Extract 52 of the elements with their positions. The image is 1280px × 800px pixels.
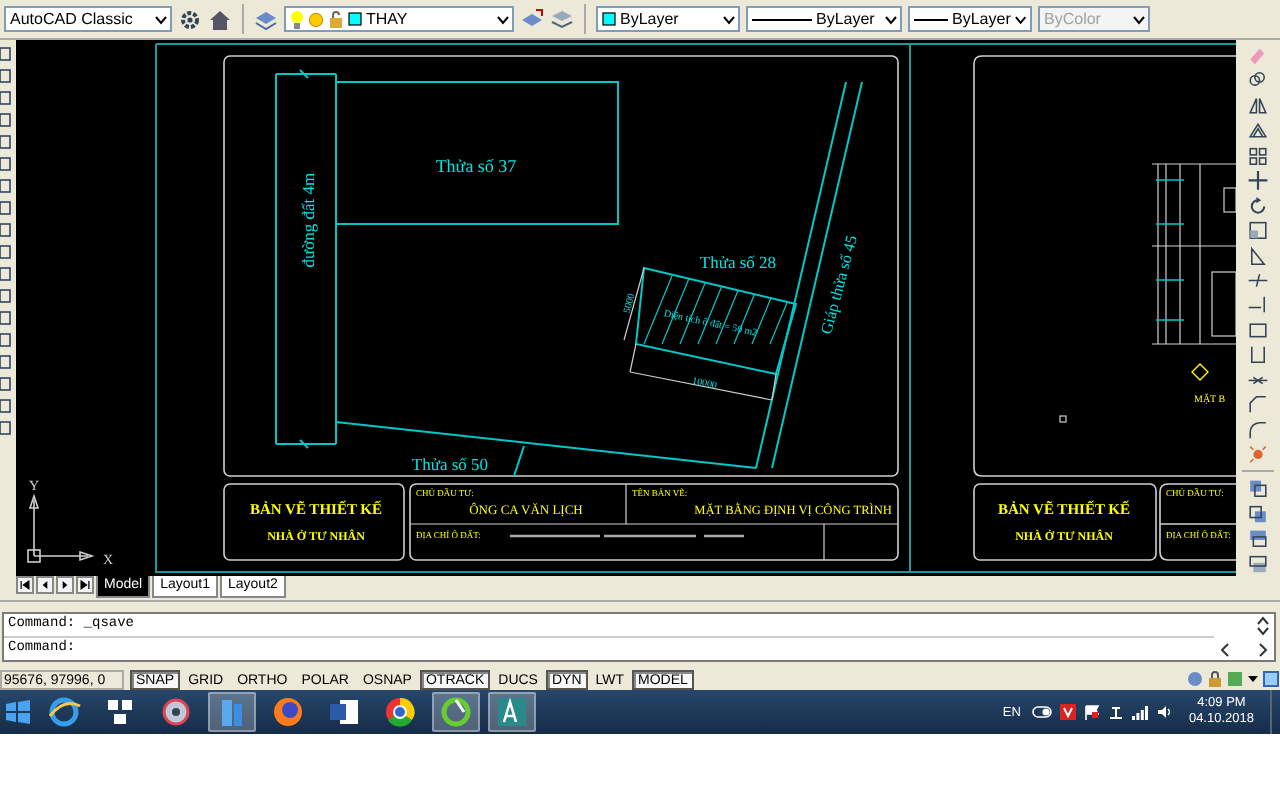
windows-flag-icon[interactable] <box>4 698 32 726</box>
road-label: đường đất 4m <box>298 172 318 268</box>
plot-label: Giáp thửa số 45 <box>817 233 861 337</box>
caret-icon <box>154 13 168 25</box>
caret-icon <box>884 13 898 25</box>
workspace-dropdown[interactable]: AutoCAD Classic <box>4 6 172 32</box>
signal-bars-icon[interactable] <box>1132 704 1149 720</box>
previous-page-icon[interactable] <box>36 576 54 594</box>
level-marker-icon <box>1191 363 1209 381</box>
caret-icon <box>1014 13 1028 25</box>
caret-icon <box>722 13 736 25</box>
lightbulb-icon <box>290 9 304 29</box>
flag-icon[interactable] <box>1084 704 1101 720</box>
toggle-icon[interactable] <box>1032 706 1053 718</box>
fox-globe-icon[interactable] <box>270 694 306 730</box>
cad-app-icon[interactable] <box>494 694 530 730</box>
last-page-icon[interactable] <box>76 576 94 594</box>
caret-icon <box>496 13 510 25</box>
linetype-dropdown[interactable]: ByLayer <box>746 6 902 32</box>
lineweight-dropdown[interactable]: ByLayer <box>908 6 1032 32</box>
color-wheel-icon[interactable] <box>382 694 418 730</box>
layers-arrow-icon[interactable] <box>520 7 544 31</box>
document-icon[interactable] <box>326 694 362 730</box>
first-page-icon[interactable] <box>16 576 34 594</box>
letter-v-badge-icon[interactable] <box>1060 704 1077 720</box>
circle-icon[interactable] <box>438 694 474 730</box>
disc-icon[interactable] <box>158 694 194 730</box>
next-page-icon[interactable] <box>56 576 74 594</box>
point-marker-icon <box>1059 415 1067 423</box>
ucs-axes-icon <box>27 493 95 563</box>
window-icon[interactable] <box>1262 670 1280 688</box>
line-sample-icon <box>914 15 949 23</box>
lock-icon <box>328 10 344 28</box>
layers-icon[interactable] <box>254 7 278 31</box>
square-icon <box>348 12 362 26</box>
keyboard-icon[interactable] <box>102 694 138 730</box>
plot-label: Thửa số 28 <box>699 252 777 272</box>
line-sample-icon <box>752 15 812 23</box>
caret-icon <box>1132 13 1146 25</box>
plot-label: Thửa số 50 <box>411 454 489 474</box>
house-icon[interactable] <box>208 7 232 31</box>
gear-icon[interactable] <box>178 7 202 31</box>
plot-label: Thửa số 37 <box>435 156 517 176</box>
color-dropdown[interactable]: ByLayer <box>596 6 740 32</box>
ring-browser-icon[interactable] <box>46 694 82 730</box>
padlock-icon[interactable] <box>1206 670 1224 688</box>
speaker-icon[interactable] <box>1156 704 1173 720</box>
color-swatch-icon <box>602 12 616 26</box>
scroll-arrows-icon[interactable] <box>1256 616 1270 636</box>
layers-stack-icon[interactable] <box>550 7 574 31</box>
sun-icon <box>308 11 324 27</box>
layer-dropdown[interactable]: THAY <box>284 6 514 32</box>
